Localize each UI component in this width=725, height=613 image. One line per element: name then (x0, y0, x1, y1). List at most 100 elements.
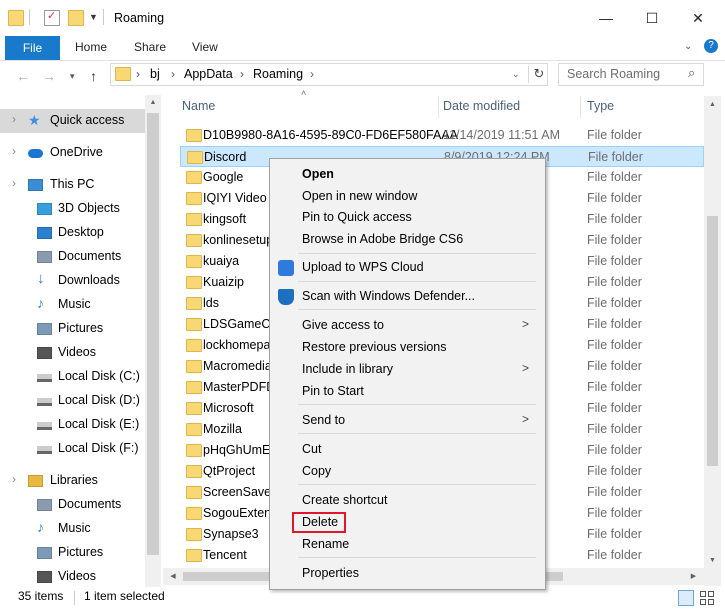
nav-item-label: Local Disk (D:) (58, 393, 140, 407)
refresh-icon[interactable]: ↻ (528, 66, 549, 83)
menu-item-give-access-to[interactable]: Give access to > (270, 315, 543, 336)
nav-item-label: Quick access (50, 113, 125, 127)
nav-item[interactable]: Local Disk (F:) (0, 437, 145, 461)
scroll-down-icon[interactable]: ▼ (704, 552, 721, 569)
status-bar: 35 items 1 item selected (0, 587, 725, 613)
navigation-pane: › ★ Quick access › OneDrive › This PC 3D Object… (0, 95, 160, 587)
qat-dropdown-icon[interactable]: ▼ (89, 12, 98, 22)
nav-item[interactable]: ♪ Music (0, 293, 145, 317)
breadcrumb-item[interactable]: bj (150, 67, 160, 81)
menu-item-browse-in-adobe-bridge-cs6[interactable]: Browse in Adobe Bridge CS6 (270, 229, 543, 250)
nav-item[interactable]: Videos (0, 341, 145, 365)
expand-chevron-icon[interactable]: › (12, 144, 16, 158)
recent-locations-icon[interactable]: ▾ (70, 71, 75, 82)
nav-item[interactable]: Documents (0, 493, 145, 517)
properties-icon[interactable]: ✓ (44, 10, 60, 26)
pictures-icon (37, 323, 52, 335)
menu-item-properties[interactable]: Properties (270, 563, 543, 584)
expand-chevron-icon[interactable]: › (12, 472, 16, 486)
nav-item[interactable]: Pictures (0, 541, 145, 565)
nav-item[interactable]: Documents (0, 245, 145, 269)
column-date-modified[interactable]: Date modified (443, 99, 520, 113)
file-row-partial[interactable] (180, 113, 704, 123)
nav-item[interactable]: Pictures (0, 317, 145, 341)
menu-item-cut[interactable]: Cut (270, 439, 543, 460)
forward-arrow-icon[interactable]: → (42, 68, 56, 84)
scroll-thumb[interactable] (147, 113, 159, 555)
file-row[interactable]: D10B9980-8A16-4595-89C0-FD6EF580FAAA 11/1… (180, 125, 704, 146)
menu-item-send-to[interactable]: Send to > (270, 410, 543, 431)
back-arrow-icon[interactable]: ← (16, 68, 30, 84)
address-dropdown-icon[interactable]: ⌄ (512, 69, 520, 80)
nav-item[interactable]: Videos (0, 565, 145, 587)
breadcrumb-item[interactable]: AppData (184, 67, 233, 81)
minimize-button[interactable]: — (583, 0, 629, 36)
chevron-right-icon[interactable]: › (136, 67, 140, 81)
menu-item-create-shortcut[interactable]: Create shortcut (270, 490, 543, 511)
breadcrumb-item[interactable]: Roaming (253, 67, 303, 81)
expand-chevron-icon[interactable]: › (12, 112, 16, 126)
menu-separator (298, 253, 536, 254)
expand-chevron-icon[interactable]: › (12, 176, 16, 190)
menu-item-label: Restore previous versions (302, 340, 447, 354)
menu-separator (298, 404, 536, 405)
search-input[interactable]: Search Roaming (558, 63, 704, 86)
help-icon[interactable]: ? (704, 39, 718, 53)
menu-item-include-in-library[interactable]: Include in library > (270, 359, 543, 380)
menu-item-rename[interactable]: Rename (270, 534, 543, 555)
menu-item-open-in-new-window[interactable]: Open in new window (270, 186, 543, 207)
tab-home[interactable]: Home (75, 40, 107, 54)
maximize-button[interactable]: ☐ (629, 0, 675, 36)
menu-item-delete[interactable]: Delete (270, 512, 543, 533)
nav-item[interactable]: 3D Objects (0, 197, 145, 221)
nav-item[interactable]: Local Disk (D:) (0, 389, 145, 413)
scroll-thumb[interactable] (707, 216, 718, 466)
details-view-icon[interactable] (678, 590, 694, 606)
scroll-right-icon[interactable]: ▶ (685, 568, 702, 585)
scroll-up-icon[interactable]: ▲ (704, 96, 721, 113)
nav-item[interactable]: ↓ Downloads (0, 269, 145, 293)
menu-item-restore-previous-versions[interactable]: Restore previous versions (270, 337, 543, 358)
tab-file[interactable]: File (5, 36, 60, 60)
nav-item-label: Music (58, 521, 91, 535)
nav-item-label: Desktop (58, 225, 104, 239)
tab-share[interactable]: Share (134, 40, 166, 54)
vertical-scrollbar[interactable]: ▲ ▼ (704, 96, 721, 586)
close-button[interactable]: ✕ (675, 0, 721, 36)
menu-item-pin-to-quick-access[interactable]: Pin to Quick access (270, 207, 543, 228)
nav-scrollbar[interactable]: ▲ (145, 95, 161, 587)
nav-item[interactable]: › OneDrive (0, 141, 145, 165)
expand-ribbon-icon[interactable]: ⌄ (684, 41, 692, 52)
submenu-arrow-icon: > (522, 412, 530, 426)
nav-item[interactable]: › This PC (0, 173, 145, 197)
large-icons-view-icon[interactable] (700, 591, 714, 605)
folder-icon (8, 10, 24, 26)
menu-item-scan-with-windows-defender[interactable]: Scan with Windows Defender... (270, 286, 543, 307)
nav-item-label: Documents (58, 249, 122, 263)
up-arrow-icon[interactable]: ↑ (90, 68, 97, 84)
nav-item[interactable]: ♪ Music (0, 517, 145, 541)
nav-item-label: Local Disk (E:) (58, 417, 140, 431)
nav-item[interactable]: › Libraries (0, 469, 145, 493)
chevron-right-icon[interactable]: › (240, 67, 244, 81)
chevron-right-icon[interactable]: › (171, 67, 175, 81)
menu-item-copy[interactable]: Copy (270, 461, 543, 482)
menu-item-open[interactable]: Open (270, 164, 543, 185)
menu-item-label: Open in new window (302, 189, 418, 203)
nav-item[interactable]: › ★ Quick access (0, 109, 145, 133)
column-name[interactable]: Name (182, 99, 215, 113)
menu-item-pin-to-start[interactable]: Pin to Start (270, 381, 543, 402)
folder-icon (186, 339, 202, 352)
column-type[interactable]: Type (587, 99, 614, 113)
nav-item[interactable]: Local Disk (C:) (0, 365, 145, 389)
menu-item-upload-to-wps-cloud[interactable]: Upload to WPS Cloud (270, 257, 543, 278)
new-folder-icon[interactable] (68, 10, 84, 26)
scroll-up-icon[interactable]: ▲ (145, 95, 161, 111)
nav-item[interactable]: Local Disk (E:) (0, 413, 145, 437)
chevron-right-icon[interactable]: › (310, 67, 314, 81)
file-type: File folder (587, 233, 642, 247)
address-bar[interactable] (110, 63, 548, 86)
nav-item[interactable]: Desktop (0, 221, 145, 245)
scroll-left-icon[interactable]: ◀ (165, 568, 181, 585)
tab-view[interactable]: View (192, 40, 218, 54)
